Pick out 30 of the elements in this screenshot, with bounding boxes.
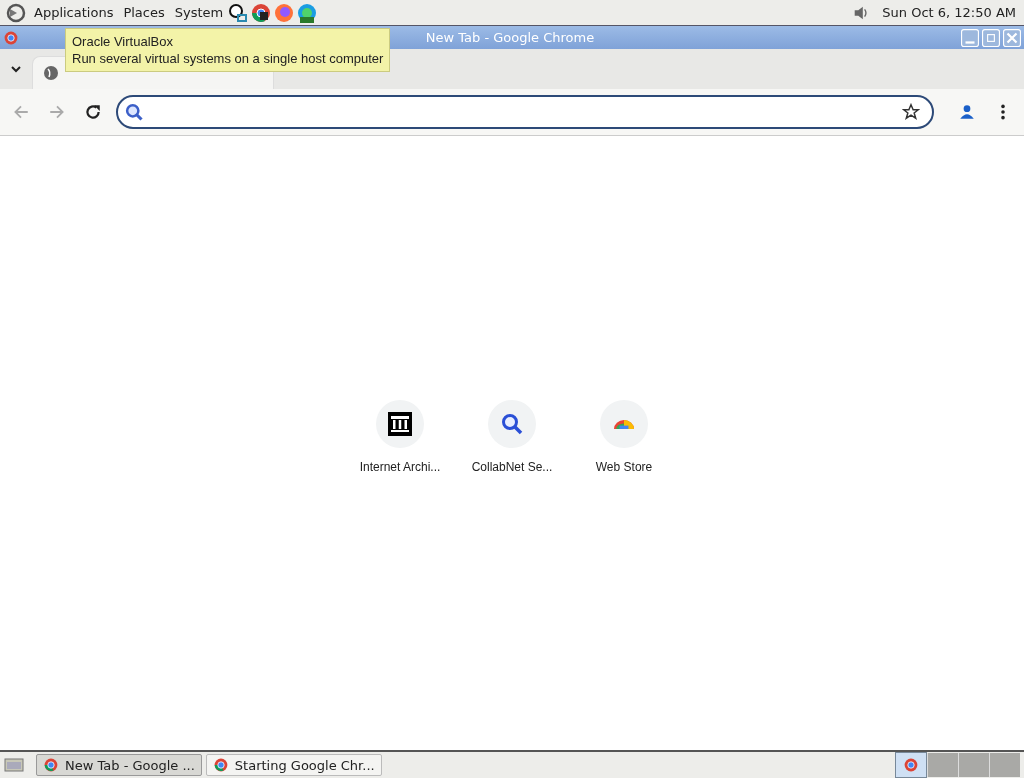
panel-menu[interactable]: Places [121, 5, 167, 20]
launcher-icon[interactable] [228, 2, 249, 23]
globe-icon [43, 65, 59, 81]
distro-logo-icon[interactable] [6, 2, 26, 23]
profile-icon[interactable] [958, 103, 976, 121]
tooltip-title: Oracle VirtualBox [72, 33, 174, 50]
panel-menu[interactable]: Applications [32, 5, 116, 20]
shortcut-tile[interactable]: CollabNet Se... [456, 400, 568, 750]
taskbar-button[interactable]: New Tab - Google ... [36, 754, 202, 776]
store-icon [614, 419, 634, 429]
panel-menu[interactable]: System [172, 5, 226, 20]
browser-icon[interactable] [251, 2, 272, 23]
caret-icon[interactable] [10, 63, 22, 75]
shortcut-tile[interactable]: Internet Archi... [344, 400, 456, 750]
search-icon [124, 102, 144, 122]
shortcut-tile[interactable]: Web Store [568, 400, 680, 750]
window-title: New Tab - Google Chrome [425, 30, 595, 45]
address-bar[interactable] [116, 95, 934, 129]
taskbar-button[interactable]: Starting Google Chr... [205, 754, 382, 776]
reload-icon[interactable] [84, 103, 102, 121]
tooltip-description: Run several virtual systems on a single host computer [72, 50, 384, 67]
magnifier-icon [500, 412, 524, 436]
browser-icon [212, 757, 229, 773]
clock[interactable]: Sun Oct 6, 12:50 AM [882, 5, 1016, 20]
browser-icon [3, 29, 19, 46]
browser-icon [903, 757, 919, 773]
workspace-switcher-cell[interactable] [895, 752, 927, 778]
star-icon[interactable] [902, 103, 920, 121]
museum-icon [388, 412, 412, 436]
browser-icon [43, 757, 59, 773]
